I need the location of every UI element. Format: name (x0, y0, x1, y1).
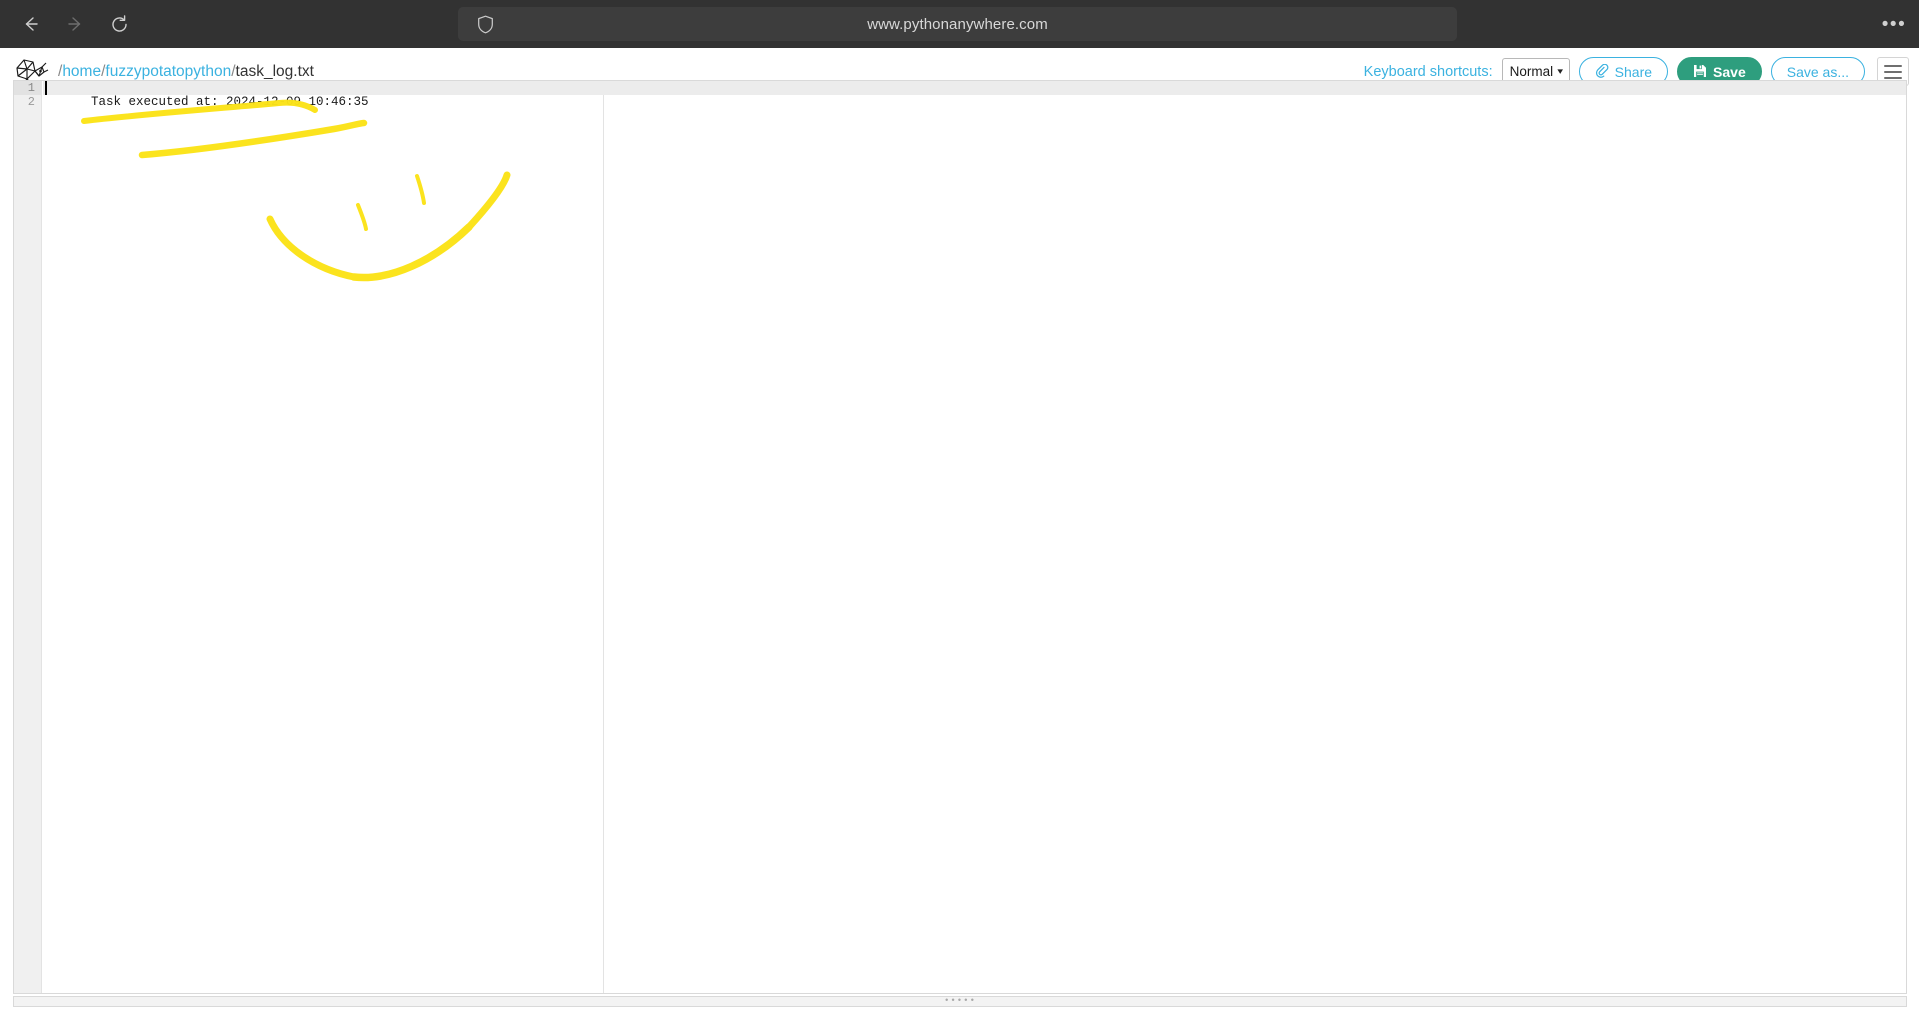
editor-gutter: 1 2 (14, 81, 42, 993)
reload-button[interactable] (102, 7, 136, 41)
breadcrumb-filename: task_log.txt (235, 62, 314, 80)
editor-code-area[interactable]: Task executed at: 2024-12-09 10:46:35 (43, 81, 1906, 993)
back-button[interactable] (14, 7, 48, 41)
print-margin-line (603, 81, 604, 993)
floppy-disk-icon (1693, 64, 1707, 80)
save-button-label: Save (1713, 63, 1746, 80)
chevron-down-icon: ▾ (1557, 66, 1564, 76)
url-text: www.pythonanywhere.com (867, 15, 1048, 33)
gutter-line-number: 2 (27, 95, 35, 109)
tracking-protection-shield-icon[interactable] (468, 7, 502, 41)
forward-button[interactable] (58, 7, 92, 41)
text-cursor (45, 81, 47, 95)
editor-resize-handle[interactable]: ••••• (13, 996, 1907, 1007)
share-button-label: Share (1614, 63, 1653, 80)
breadcrumb: /home/fuzzypotatopython/task_log.txt (58, 63, 314, 81)
resize-grip-icon: ••••• (943, 996, 976, 1006)
arrow-right-icon (65, 14, 85, 34)
keymap-select-value: Normal (1509, 63, 1554, 79)
code-line[interactable]: Task executed at: 2024-12-09 10:46:35 (43, 81, 1906, 109)
code-line[interactable] (43, 95, 1906, 109)
reload-icon (109, 14, 130, 35)
gutter-line-number: 1 (14, 81, 41, 95)
browser-menu-button[interactable]: ••• (1877, 7, 1911, 41)
address-bar[interactable]: www.pythonanywhere.com (458, 7, 1457, 41)
browser-menu-dots-icon: ••• (1881, 13, 1907, 35)
breadcrumb-dir-home[interactable]: home (62, 63, 101, 80)
save-as-button-label: Save as... (1786, 63, 1849, 80)
breadcrumb-dir-user[interactable]: fuzzypotatopython (105, 63, 231, 80)
keyboard-shortcuts-label: Keyboard shortcuts: (1363, 63, 1493, 80)
paperclip-icon (1595, 63, 1609, 80)
arrow-left-icon (21, 14, 41, 34)
file-editor[interactable]: 1 2 Task executed at: 2024-12-09 10:46:3… (13, 80, 1907, 994)
browser-chrome: www.pythonanywhere.com ••• (0, 0, 1919, 48)
